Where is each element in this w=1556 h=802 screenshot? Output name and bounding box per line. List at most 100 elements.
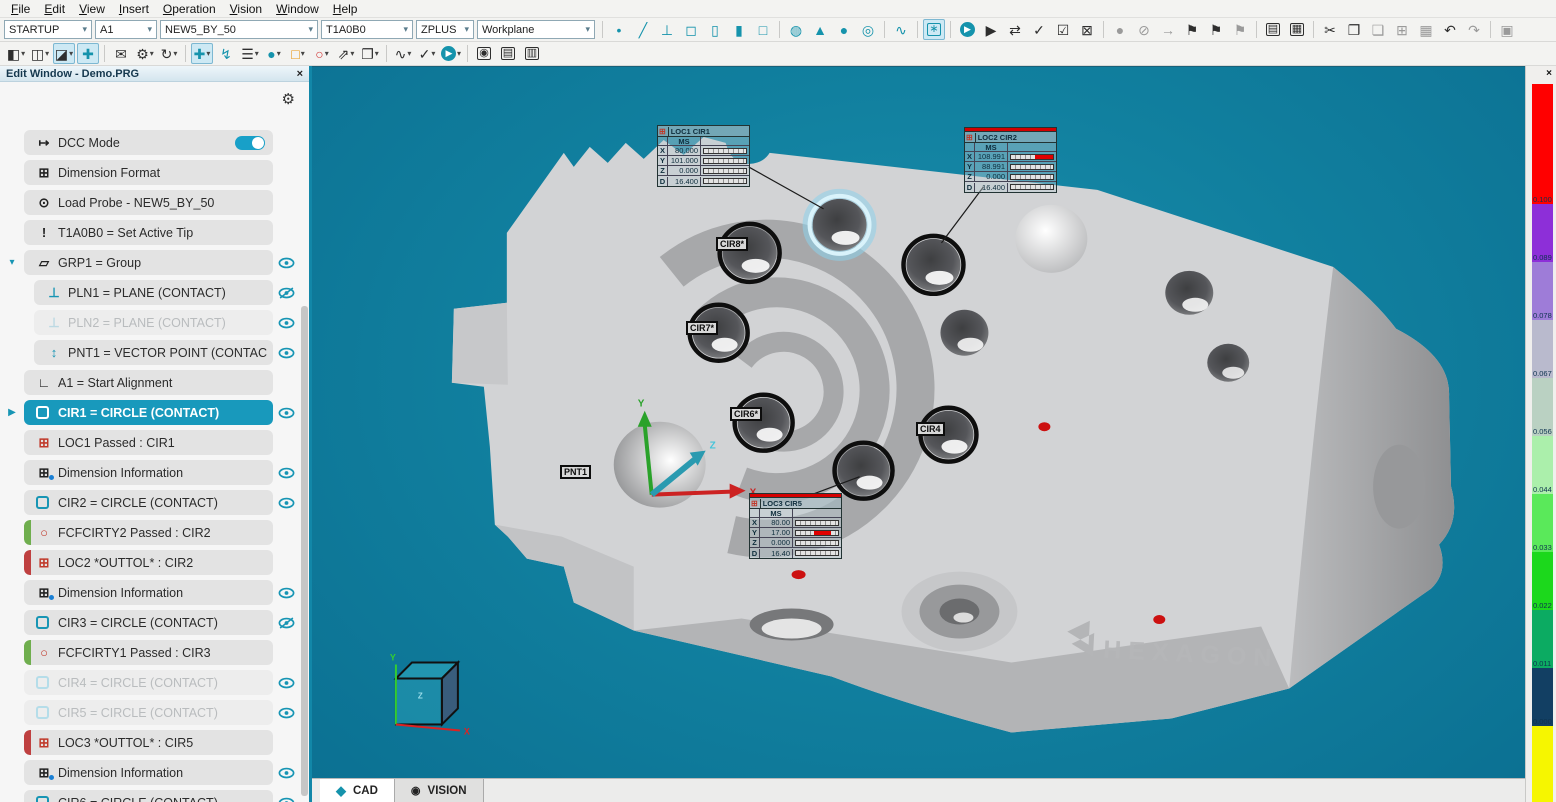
menu-edit[interactable]: Edit: [37, 2, 72, 16]
sidebar-item-pln1-plane-contact[interactable]: ⊥PLN1 = PLANE (CONTACT): [34, 280, 273, 305]
bookmark-remove-icon[interactable]: ⚑: [1229, 19, 1251, 40]
paste-icon[interactable]: ❏: [1367, 19, 1389, 40]
eye-icon[interactable]: [273, 677, 299, 689]
sphere-tool-icon[interactable]: ●▾: [263, 43, 285, 64]
sidebar-item-loc2-outtol-cir2[interactable]: ⊞LOC2 *OUTTOL* : CIR2: [24, 550, 273, 575]
workplane-dropdown[interactable]: ZPLUS▾: [416, 20, 474, 39]
sidebar-item-cir4-circle-contact[interactable]: CIR4 = CIRCLE (CONTACT): [24, 670, 273, 695]
pattern-icon[interactable]: ▦: [1415, 19, 1437, 40]
plane-feature-icon[interactable]: ⊥: [656, 19, 678, 40]
view-setup-icon[interactable]: ◧▾: [5, 43, 27, 64]
stop-icon[interactable]: ●: [1109, 19, 1131, 40]
loop-execution-icon[interactable]: ⇄: [1004, 19, 1026, 40]
wireframe-cube-icon[interactable]: ◫▾: [29, 43, 51, 64]
stop-disabled-icon[interactable]: ⊘: [1133, 19, 1155, 40]
nav-cube[interactable]: Y X Z: [390, 653, 470, 737]
gear-icon[interactable]: ⚙: [282, 90, 295, 108]
eye-icon[interactable]: [273, 467, 299, 479]
active-tip-dropdown[interactable]: T1A0B0▾: [321, 20, 413, 39]
eye-icon[interactable]: [273, 347, 299, 359]
bookmark-add-icon[interactable]: ⚑: [1205, 19, 1227, 40]
close-icon[interactable]: ×: [297, 68, 303, 80]
tab-cad[interactable]: ◆CAD: [320, 779, 394, 802]
sidebar-item-loc3-outtol-cir5[interactable]: ⊞LOC3 *OUTTOL* : CIR5: [24, 730, 273, 755]
alignment-dropdown[interactable]: STARTUP▾: [4, 20, 92, 39]
sidebar-item-cir2-circle-contact[interactable]: CIR2 = CIRCLE (CONTACT): [24, 490, 273, 515]
feature-tag-pnt1[interactable]: PNT1: [560, 465, 591, 479]
analysis-window-icon[interactable]: ▥: [521, 43, 543, 64]
sidebar-item-load-probe-new5-by-50[interactable]: ⊙Load Probe - NEW5_BY_50: [24, 190, 273, 215]
line-feature-icon[interactable]: ╱: [632, 19, 654, 40]
sidebar-item-grp1-group[interactable]: ▱GRP1 = Group: [24, 250, 273, 275]
cut-icon[interactable]: ✂: [1319, 19, 1341, 40]
sidebar-item-cir6-circle-contact[interactable]: CIR6 = CIRCLE (CONTACT): [24, 790, 273, 802]
expand-chevron-icon[interactable]: ▾: [0, 257, 24, 268]
menu-file[interactable]: File: [4, 2, 37, 16]
sidebar-item-fcfcirty1-passed-cir3[interactable]: ○FCFCIRTY1 Passed : CIR3: [24, 640, 273, 665]
cylinder-feature-icon[interactable]: ◍: [785, 19, 807, 40]
pan-icon[interactable]: ✚: [77, 43, 99, 64]
feature-tag-cir8[interactable]: CIR8*: [716, 237, 748, 251]
axes-settings-icon[interactable]: ↯: [215, 43, 237, 64]
feature-tag-cir4[interactable]: CIR4: [916, 422, 945, 436]
redo-icon[interactable]: ↷: [1463, 19, 1485, 40]
menu-view[interactable]: View: [72, 2, 112, 16]
circle-select-icon[interactable]: ○▾: [311, 43, 333, 64]
edit-window-icon[interactable]: ▤: [1262, 19, 1284, 40]
feature-tag-cir6[interactable]: CIR6*: [730, 407, 762, 421]
shaded-cube-icon[interactable]: ◪▾: [53, 43, 75, 64]
rotate-view-icon[interactable]: ↻▾: [158, 43, 180, 64]
execute-program-icon[interactable]: ▶: [956, 19, 978, 40]
torus-feature-icon[interactable]: ◎: [857, 19, 879, 40]
eye-icon[interactable]: [273, 317, 299, 329]
eye-icon[interactable]: [273, 587, 299, 599]
menu-window[interactable]: Window: [269, 2, 326, 16]
sidebar-item-pnt1-vector-point-contac[interactable]: ↕PNT1 = VECTOR POINT (CONTAC: [34, 340, 273, 365]
dcc-mode-toggle[interactable]: [235, 136, 265, 150]
measurement-table-loc2-cir2[interactable]: ⊞LOC2 CIR2MSX108.991Y88.991Z0.000D16.400: [964, 127, 1057, 193]
close-icon[interactable]: ×: [1546, 68, 1552, 79]
measurement-table-loc3-cir5[interactable]: ⊞LOC3 CIR5MSX80.00Y17.00Z0.000D16.40: [749, 493, 842, 559]
sidebar-item-dcc-mode[interactable]: ↦DCC Mode: [24, 130, 273, 155]
box-select-icon[interactable]: □▾: [287, 43, 309, 64]
sidebar-item-t1a0b0-set-active-tip[interactable]: !T1A0B0 = Set Active Tip: [24, 220, 273, 245]
bookmark-icon[interactable]: ⚑: [1181, 19, 1203, 40]
cone-feature-icon[interactable]: ▲: [809, 19, 831, 40]
execute-from-cursor-icon[interactable]: ▶: [980, 19, 1002, 40]
sidebar-scrollbar-thumb[interactable]: [301, 306, 308, 796]
print-icon[interactable]: ▣: [1496, 19, 1518, 40]
square-feature-icon[interactable]: □: [752, 19, 774, 40]
cad-viewport[interactable]: HEXAGON Y X Z Y X: [312, 66, 1525, 802]
eye-off-icon[interactable]: [273, 617, 299, 629]
active-alignment-dropdown[interactable]: A1▾: [95, 20, 157, 39]
mark-document-icon[interactable]: ☑: [1052, 19, 1074, 40]
eye-icon[interactable]: [273, 407, 299, 419]
translate-view-icon[interactable]: ✚▾: [191, 43, 213, 64]
undo-icon[interactable]: ↶: [1439, 19, 1461, 40]
unmark-document-icon[interactable]: ⊠: [1076, 19, 1098, 40]
verify-check-icon[interactable]: ✓: [1028, 19, 1050, 40]
square-slot-feature-icon[interactable]: ▮: [728, 19, 750, 40]
sidebar-item-a1-start-alignment[interactable]: ∟A1 = Start Alignment: [24, 370, 273, 395]
probe-toolbox-icon[interactable]: ☰▾: [239, 43, 261, 64]
curve-feature-icon[interactable]: ∿: [890, 19, 912, 40]
eye-icon[interactable]: [273, 767, 299, 779]
graphic-analysis-icon[interactable]: ⇗▾: [335, 43, 357, 64]
sidebar-item-dimension-format[interactable]: ⊞Dimension Format: [24, 160, 273, 185]
sidebar-item-cir5-circle-contact[interactable]: CIR5 = CIRCLE (CONTACT): [24, 700, 273, 725]
eye-icon[interactable]: [273, 257, 299, 269]
optimize-settings-icon[interactable]: ⚙▾: [134, 43, 156, 64]
circle-feature-icon[interactable]: ◻: [680, 19, 702, 40]
mode-dropdown[interactable]: Workplane▾: [477, 20, 595, 39]
menu-vision[interactable]: Vision: [223, 2, 269, 16]
auto-feature-icon[interactable]: ∗: [923, 19, 945, 40]
current-item-marker-icon[interactable]: ▶: [0, 407, 24, 418]
feature-tag-cir7[interactable]: CIR7*: [686, 321, 718, 335]
sidebar-item-dimension-information[interactable]: ⊞Dimension Information: [24, 460, 273, 485]
point-feature-icon[interactable]: •: [608, 19, 630, 40]
sidebar-item-cir1-circle-contact[interactable]: CIR1 = CIRCLE (CONTACT): [24, 400, 273, 425]
menu-operation[interactable]: Operation: [156, 2, 223, 16]
report-window-icon[interactable]: ▤: [497, 43, 519, 64]
path-lines-icon[interactable]: ∿▾: [392, 43, 414, 64]
tab-vision[interactable]: ◉VISION: [394, 779, 484, 802]
